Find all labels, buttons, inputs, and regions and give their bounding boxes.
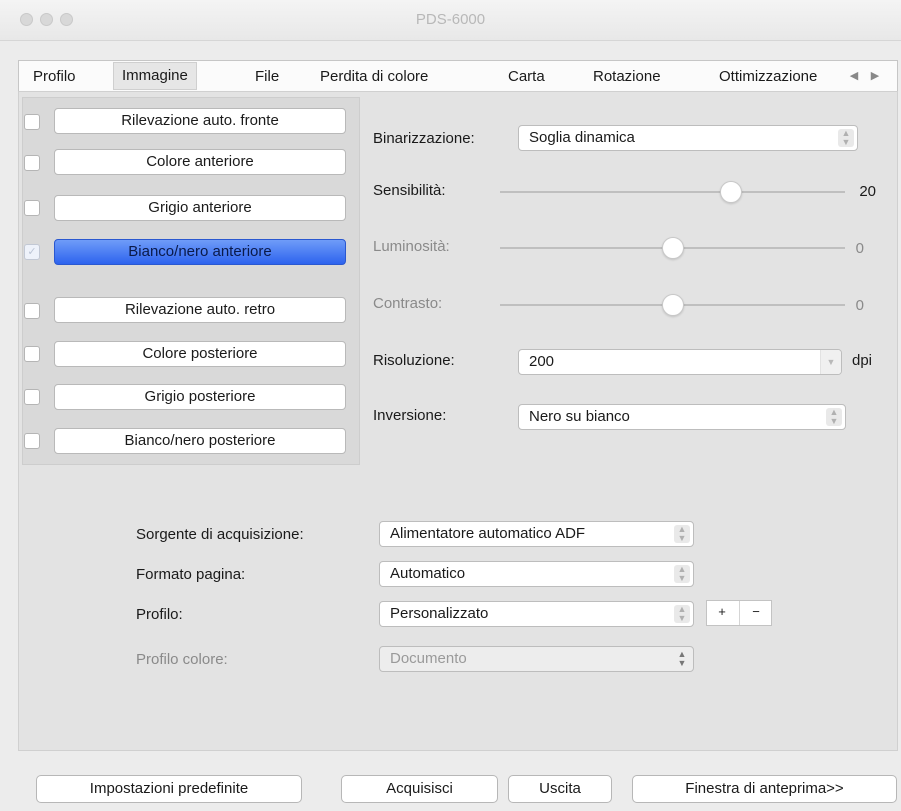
sensibilita-value: 20 (859, 183, 876, 200)
checkbox-rilevazione-auto-retro[interactable] (24, 303, 40, 319)
tab-bar: Profilo Immagine File Perdita di colore … (18, 60, 898, 92)
preview-window-button[interactable]: Finestra di anteprima>> (632, 775, 897, 803)
risoluzione-combobox[interactable]: 200 ▼ (518, 349, 842, 375)
luminosita-slider-knob[interactable] (661, 237, 684, 259)
inversione-value: Nero su bianco (529, 408, 630, 425)
chevron-up-down-icon: ▲ ▼ (674, 605, 690, 623)
sensibilita-label: Sensibilità: (373, 182, 446, 199)
page-size-label: Formato pagina: (136, 566, 246, 583)
risoluzione-value: 200 (529, 353, 555, 370)
tab-scroll-right-icon[interactable]: ▶ (866, 68, 884, 85)
chevron-down-icon[interactable]: ▼ (820, 350, 841, 374)
luminosita-label: Luminosità: (373, 238, 450, 255)
contrasto-slider-knob[interactable] (661, 294, 684, 316)
scan-source-value: Alimentatore automatico ADF (390, 525, 586, 542)
sensibilita-slider-knob[interactable] (720, 181, 743, 203)
binarizzazione-value: Soglia dinamica (529, 129, 635, 146)
scan-source-label: Sorgente di acquisizione: (136, 526, 304, 543)
window-title: PDS-6000 (415, 11, 486, 28)
image-type-bianco-nero-anteriore[interactable]: Bianco/nero anteriore (54, 239, 346, 265)
tab-perdita-di-colore[interactable]: Perdita di colore (320, 65, 428, 89)
chevron-up-down-icon: ▲ ▼ (677, 649, 687, 668)
tab-immagine[interactable]: Immagine (113, 62, 197, 90)
checkbox-colore-posteriore[interactable] (24, 346, 40, 362)
profile-select[interactable]: Personalizzato ▲ ▼ (379, 601, 694, 627)
chevron-up-down-icon: ▲ ▼ (674, 565, 690, 583)
checkbox-rilevazione-auto-fronte[interactable] (24, 114, 40, 130)
binarizzazione-select[interactable]: Soglia dinamica ▲ ▼ (518, 125, 858, 151)
image-type-grigio-anteriore[interactable]: Grigio anteriore (54, 195, 346, 221)
chevron-up-down-icon: ▲ ▼ (838, 129, 854, 147)
luminosita-value: 0 (855, 240, 864, 257)
checkbox-colore-anteriore[interactable] (24, 155, 40, 171)
profile-value: Personalizzato (390, 605, 489, 622)
exit-button[interactable]: Uscita (508, 775, 612, 803)
tab-rotazione[interactable]: Rotazione (593, 65, 661, 89)
chevron-up-down-icon: ▲ ▼ (674, 525, 690, 543)
image-type-rilevazione-auto-fronte[interactable]: Rilevazione auto. fronte (54, 108, 346, 134)
risoluzione-label: Risoluzione: (373, 352, 455, 369)
chevron-up-down-icon: ▲ ▼ (826, 408, 842, 426)
remove-profile-button[interactable]: − (749, 604, 763, 619)
color-profile-select: Documento ▲ ▼ (379, 646, 694, 672)
profile-add-remove-control: + − (706, 600, 772, 626)
add-profile-button[interactable]: + (715, 604, 729, 619)
image-type-colore-anteriore[interactable]: Colore anteriore (54, 149, 346, 175)
dpi-unit-label: dpi (852, 352, 873, 369)
tab-carta[interactable]: Carta (508, 65, 545, 89)
binarizzazione-label: Binarizzazione: (373, 130, 475, 147)
tab-file[interactable]: File (255, 65, 279, 89)
image-type-colore-posteriore[interactable]: Colore posteriore (54, 341, 346, 367)
checkbox-bianco-nero-posteriore[interactable] (24, 433, 40, 449)
image-type-rilevazione-auto-retro[interactable]: Rilevazione auto. retro (54, 297, 346, 323)
image-type-bianco-nero-posteriore[interactable]: Bianco/nero posteriore (54, 428, 346, 454)
inversione-select[interactable]: Nero su bianco ▲ ▼ (518, 404, 846, 430)
checkbox-bianco-nero-anteriore[interactable]: ✓ (24, 244, 40, 260)
title-bar: PDS-6000 (0, 0, 901, 41)
page-size-select[interactable]: Automatico ▲ ▼ (379, 561, 694, 587)
scan-button[interactable]: Acquisisci (341, 775, 498, 803)
color-profile-value: Documento (390, 650, 467, 667)
checkbox-grigio-anteriore[interactable] (24, 200, 40, 216)
inversione-label: Inversione: (373, 407, 447, 424)
scan-source-select[interactable]: Alimentatore automatico ADF ▲ ▼ (379, 521, 694, 547)
profile-label: Profilo: (136, 606, 183, 623)
sensibilita-slider-track[interactable] (500, 191, 845, 193)
tab-scroll-left-icon[interactable]: ◀ (845, 68, 863, 85)
tab-profilo[interactable]: Profilo (33, 65, 76, 89)
tab-ottimizzazione[interactable]: Ottimizzazione (719, 65, 817, 89)
contrasto-value: 0 (855, 297, 864, 314)
image-type-grigio-posteriore[interactable]: Grigio posteriore (54, 384, 346, 410)
page-size-value: Automatico (390, 565, 466, 582)
default-settings-button[interactable]: Impostazioni predefinite (36, 775, 302, 803)
color-profile-label: Profilo colore: (136, 651, 228, 668)
checkbox-grigio-posteriore[interactable] (24, 389, 40, 405)
segment-divider (739, 601, 740, 625)
contrasto-label: Contrasto: (373, 295, 443, 312)
checkmark-icon: ✓ (27, 246, 37, 258)
